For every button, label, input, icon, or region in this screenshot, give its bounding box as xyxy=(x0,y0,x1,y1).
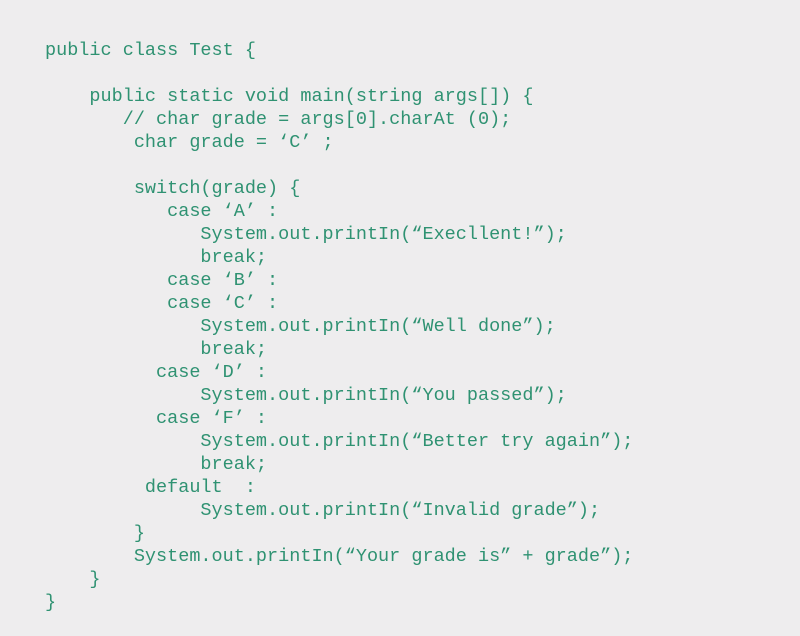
code-line: default : xyxy=(45,477,256,498)
code-line: switch(grade) { xyxy=(45,178,301,199)
code-line: System.out.printIn(“Your grade is” + gra… xyxy=(45,546,634,567)
code-line: System.out.printIn(“You passed”); xyxy=(45,385,567,406)
code-line: case ‘B’ : xyxy=(45,270,279,291)
code-listing-panel: public class Test { public static void m… xyxy=(0,0,800,636)
code-line: System.out.printIn(“Invalid grade”); xyxy=(45,500,601,521)
code-line: case ‘A’ : xyxy=(45,201,279,222)
code-line: case ‘F’ : xyxy=(45,408,268,429)
code-line: System.out.printIn(“Execllent!”); xyxy=(45,224,567,245)
code-line: break; xyxy=(45,247,268,268)
code-line: } xyxy=(45,523,145,544)
code-line: // char grade = args[0].charAt (0); xyxy=(45,109,512,130)
code-line: System.out.printIn(“Better try again”); xyxy=(45,431,634,452)
code-line: public static void main(string args[]) { xyxy=(45,86,534,107)
code-line: public class Test { xyxy=(45,40,256,61)
code-line: case ‘D’ : xyxy=(45,362,268,383)
code-line: } xyxy=(45,592,57,613)
code-line: case ‘C’ : xyxy=(45,293,279,314)
code-line: } xyxy=(45,569,101,590)
code-line: break; xyxy=(45,454,268,475)
code-line: break; xyxy=(45,339,268,360)
code-line: char grade = ‘C’ ; xyxy=(45,132,334,153)
code-line: System.out.printIn(“Well done”); xyxy=(45,316,556,337)
code-body[interactable]: public class Test { public static void m… xyxy=(45,39,633,614)
